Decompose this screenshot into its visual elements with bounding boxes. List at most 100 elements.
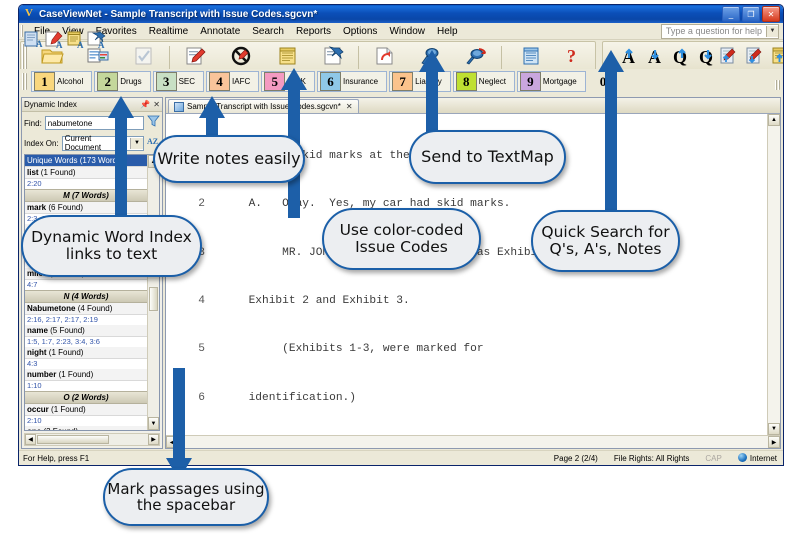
- close-button[interactable]: ✕: [762, 6, 780, 22]
- word-refs[interactable]: 1:5, 1:7, 2:23, 3:4, 3:6: [25, 337, 147, 347]
- close-icon[interactable]: ✕: [153, 100, 160, 109]
- word-refs[interactable]: 1:10: [25, 381, 147, 391]
- list-item[interactable]: Nabumetone (4 Found): [25, 303, 147, 315]
- word-refs[interactable]: 4:3: [25, 359, 147, 369]
- prev-note-icon: [717, 46, 739, 71]
- callout-quick-search-line-1: Quick Search for: [541, 223, 670, 242]
- mark-pencil-icon: [183, 45, 207, 67]
- transcript-vertical-scrollbar[interactable]: ▲ ▼: [767, 114, 780, 435]
- menu-item-reports[interactable]: Reports: [290, 25, 337, 38]
- word-refs[interactable]: 2:10: [25, 416, 147, 426]
- annotation-report-icon[interactable]: A: [24, 31, 44, 54]
- scroll-right-button[interactable]: ▶: [148, 434, 159, 445]
- scroll-thumb[interactable]: [149, 287, 158, 311]
- callout-dynamic-word-index-line-2: links to text: [65, 245, 158, 263]
- issue-bar-end-grip[interactable]: [775, 80, 780, 90]
- list-item[interactable]: one (3 Found): [25, 426, 147, 430]
- hscroll-track[interactable]: [178, 436, 768, 448]
- scroll-right-button[interactable]: ▶: [768, 436, 780, 448]
- chevron-down-icon[interactable]: ▼: [766, 25, 778, 37]
- list-item[interactable]: name (5 Found): [25, 325, 147, 337]
- scroll-track-lower[interactable]: [148, 312, 159, 417]
- word-index-list[interactable]: Unique Words (173 Words) list (1 Found) …: [24, 154, 160, 431]
- callout-quick-search: Quick Search for Q's, A's, Notes: [531, 210, 680, 272]
- arrow-to-dynamic-index: [108, 96, 134, 226]
- next-answer-icon: A: [639, 46, 661, 71]
- mark-report-icon[interactable]: A: [45, 31, 65, 54]
- scroll-down-button[interactable]: ▼: [768, 423, 780, 435]
- scroll-track[interactable]: [768, 126, 780, 423]
- callout-write-notes: Write notes easily: [153, 135, 305, 183]
- find-row: Find: nabumetone: [22, 112, 162, 134]
- menu-bar: File View Favorites Realtime Annotate Se…: [19, 23, 783, 40]
- word-count: (5 Found): [50, 326, 85, 335]
- transcript-line: 4 Exhibit 2 and Exhibit 3.: [166, 293, 767, 309]
- dynamic-index-header: Dynamic Index 📌 ✕: [22, 98, 162, 112]
- note-report-icon[interactable]: A: [66, 31, 86, 54]
- word-refs-nabumetone[interactable]: 2:16, 2:17, 2:17, 2:19: [25, 315, 147, 325]
- transcript-line: 6 identification.): [166, 390, 767, 406]
- line-number: 2: [198, 198, 205, 211]
- callout-write-notes-line-1: Write notes easily: [157, 149, 301, 169]
- issue-code-4[interactable]: 4 IAFC: [206, 71, 260, 92]
- word-mark: mark: [27, 203, 47, 212]
- issue-code-2[interactable]: 2 Drugs: [94, 71, 151, 92]
- pin-icon[interactable]: 📌: [140, 100, 150, 109]
- line-number: 4: [198, 295, 205, 308]
- index-vertical-scrollbar[interactable]: ▲ ▼: [147, 155, 159, 430]
- tab-close-icon[interactable]: ✕: [346, 102, 353, 111]
- svg-text:?: ?: [567, 46, 576, 66]
- menu-item-realtime[interactable]: Realtime: [143, 25, 194, 38]
- minimize-button[interactable]: _: [722, 6, 740, 22]
- status-caps-indicator: CAP: [705, 453, 722, 463]
- menu-item-help[interactable]: Help: [431, 25, 464, 38]
- scroll-up-button[interactable]: ▲: [768, 114, 780, 126]
- transcript-horizontal-scrollbar[interactable]: ◀ ▶: [166, 435, 780, 448]
- list-item[interactable]: number (1 Found): [25, 369, 147, 381]
- scroll-left-button[interactable]: ◀: [25, 434, 36, 445]
- callout-issue-codes-line-2: Issue Codes: [355, 238, 448, 256]
- help-question-icon: ?: [559, 45, 583, 67]
- issue-code-2-number: 2: [97, 72, 119, 91]
- word-count: (1 Found): [40, 168, 76, 177]
- prev-issue-icon: [769, 46, 783, 71]
- list-item[interactable]: night (1 Found): [25, 347, 147, 359]
- menu-item-annotate[interactable]: Annotate: [194, 25, 246, 38]
- issue-code-6[interactable]: 6 Insurance: [316, 71, 388, 92]
- callout-issue-codes-line-1: Use color-coded: [339, 221, 464, 240]
- issue-code-1-number: 1: [34, 72, 55, 91]
- tab-sample-transcript[interactable]: Sample Transcript with Issue Codes.sgcvn…: [168, 99, 359, 113]
- issue-code-9-label: Mortgage: [542, 77, 577, 86]
- index-horizontal-scrollbar[interactable]: ◀ ▶: [24, 433, 160, 446]
- word-refs[interactable]: 4:7: [25, 280, 147, 290]
- svg-text:A: A: [36, 39, 43, 49]
- menu-item-options[interactable]: Options: [337, 25, 383, 38]
- issue-code-8[interactable]: 8 Neglect: [452, 71, 515, 92]
- menu-item-search[interactable]: Search: [246, 25, 290, 38]
- funnel-filter-icon[interactable]: [147, 114, 160, 132]
- list-item[interactable]: occur (1 Found): [25, 404, 147, 416]
- hscroll-thumb[interactable]: [37, 435, 109, 444]
- callout-issue-codes: Use color-coded Issue Codes: [322, 208, 481, 270]
- issue-report-icon[interactable]: A: [87, 31, 107, 54]
- word-name: name: [27, 326, 48, 335]
- issue-code-2-label: Drugs: [120, 77, 142, 86]
- help-search-box[interactable]: Type a question for help ▼: [660, 23, 779, 39]
- issue-code-3[interactable]: 3 SEC: [152, 71, 205, 92]
- issue-bar-drag-grip[interactable]: [22, 73, 27, 90]
- globe-icon: [737, 453, 747, 462]
- line-text[interactable]: Exhibit 2 and Exhibit 3.: [215, 293, 767, 309]
- menu-item-window[interactable]: Window: [383, 25, 431, 38]
- hscroll-track[interactable]: [110, 434, 148, 445]
- line-text[interactable]: (Exhibits 1-3, were marked for: [215, 341, 767, 357]
- status-page: Page 2 (2/4): [553, 453, 598, 463]
- arrow-to-quick-search: [598, 50, 624, 215]
- issue-code-bar: 1 Alcohol 2 Drugs 3 SEC 4 IAFC 5 401K 6 …: [19, 69, 783, 94]
- scroll-down-button[interactable]: ▼: [148, 417, 159, 430]
- callout-dynamic-word-index-line-1: Dynamic Word Index: [31, 228, 192, 247]
- line-text[interactable]: MR. JONES: Please mark this as Exhibit 1…: [215, 245, 767, 261]
- line-text[interactable]: identification.): [215, 390, 767, 406]
- maximize-restore-button[interactable]: ❐: [742, 6, 760, 22]
- issue-code-9[interactable]: 9 Mortgage: [516, 71, 586, 92]
- issue-code-1[interactable]: 1 Alcohol: [31, 71, 93, 92]
